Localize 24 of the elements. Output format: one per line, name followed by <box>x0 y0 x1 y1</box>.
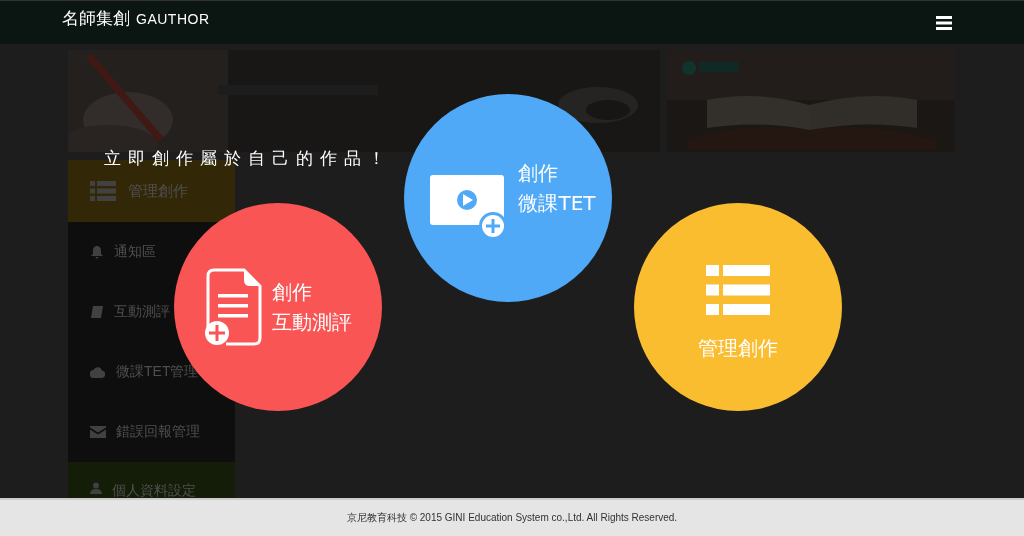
action-label: 互動測評 <box>272 309 352 336</box>
menu-icon[interactable] <box>936 15 952 30</box>
list-icon <box>90 181 116 201</box>
list-icon <box>706 265 770 315</box>
action-circle-button[interactable]: 創作 微課TET <box>404 94 612 302</box>
bell-icon <box>90 245 104 259</box>
sidebar-item[interactable]: 個人資料設定 <box>68 462 235 498</box>
sidebar-label: 管理創作 <box>128 181 188 201</box>
logo-wordmark[interactable]: GAUTHOR <box>136 11 210 27</box>
sidebar-label: 互動測評 <box>114 303 170 321</box>
cloud-icon <box>90 366 106 378</box>
action-label: 管理創作 <box>698 335 778 362</box>
action-circle-button[interactable]: 管理創作 <box>634 203 842 411</box>
document-add-icon <box>204 268 262 346</box>
user-icon <box>90 482 102 494</box>
logo-text[interactable]: 名師集創 <box>62 7 130 30</box>
action-label: 微課TET <box>518 190 596 217</box>
book-icon <box>90 305 104 319</box>
action-label: 創作 <box>272 279 313 306</box>
copyright-text: 京尼教育科技 © 2015 GINI Education System co.,Ltd. All Rights Reserved. <box>346 511 678 525</box>
sidebar-label: 個人資料設定 <box>112 482 196 498</box>
sidebar-label: 通知區 <box>114 243 156 261</box>
action-label: 創作 <box>518 160 560 187</box>
envelope-icon <box>90 426 106 438</box>
